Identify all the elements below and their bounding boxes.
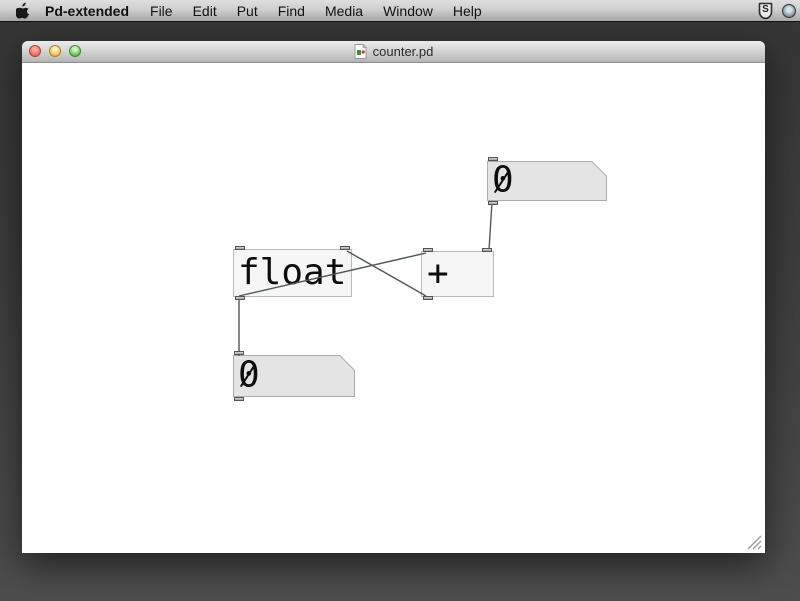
object-box-plus[interactable]: +	[421, 248, 494, 300]
object-text: float	[238, 252, 347, 293]
inlet-nub[interactable]	[423, 248, 433, 252]
shield-letter: S	[762, 3, 769, 15]
apple-icon	[16, 2, 29, 19]
close-button[interactable]	[29, 45, 41, 57]
menu-put[interactable]: Put	[227, 0, 268, 22]
menu-help[interactable]: Help	[443, 0, 492, 22]
menu-find[interactable]: Find	[268, 0, 315, 22]
shield-s-status-icon[interactable]: S	[757, 2, 774, 20]
title-bar[interactable]: counter.pd	[22, 41, 765, 63]
minimize-button[interactable]	[49, 45, 61, 57]
number-box-bottom[interactable]: 0	[233, 351, 355, 401]
inlet-nub[interactable]	[340, 246, 350, 250]
camera-status-icon[interactable]	[782, 3, 796, 18]
outlet-nub[interactable]	[488, 201, 498, 205]
menu-bar: Pd-extended File Edit Put Find Media Win…	[0, 0, 800, 22]
object-box-float[interactable]: float	[233, 246, 352, 300]
app-menu-pd-extended[interactable]: Pd-extended	[36, 0, 140, 22]
menu-file[interactable]: File	[140, 0, 183, 22]
inlet-nub[interactable]	[482, 248, 492, 252]
document-icon	[354, 44, 367, 59]
patch-cords	[238, 201, 493, 356]
outlet-nub[interactable]	[423, 296, 433, 300]
zoom-button[interactable]	[69, 45, 81, 57]
patch-window: counter.pd 0 float +	[22, 41, 765, 553]
inlet-nub[interactable]	[234, 351, 244, 355]
apple-menu[interactable]	[16, 2, 30, 19]
outlet-nub[interactable]	[234, 397, 244, 401]
patch-canvas[interactable]: 0 float + 0	[22, 63, 765, 553]
number-box-top[interactable]: 0	[487, 157, 607, 205]
object-text: +	[427, 253, 449, 294]
resize-grip[interactable]	[745, 533, 763, 551]
inlet-nub[interactable]	[488, 157, 498, 161]
patch-cord[interactable]	[346, 250, 427, 297]
inlet-nub[interactable]	[235, 246, 245, 250]
menu-window[interactable]: Window	[373, 0, 443, 22]
window-title: counter.pd	[372, 44, 434, 59]
menu-edit[interactable]: Edit	[183, 0, 227, 22]
patch-cord[interactable]	[488, 201, 493, 251]
outlet-nub[interactable]	[235, 296, 245, 300]
menu-media[interactable]: Media	[315, 0, 373, 22]
